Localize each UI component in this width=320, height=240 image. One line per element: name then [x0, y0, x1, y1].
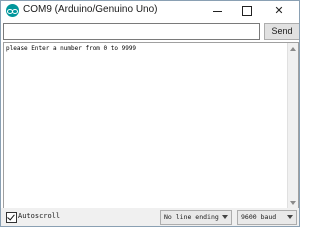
baud-rate-select[interactable]: 9600 baud — [237, 210, 297, 225]
maximize-button[interactable] — [232, 1, 262, 21]
send-button[interactable]: Send — [264, 23, 299, 40]
chevron-down-icon — [287, 215, 293, 219]
minimize-button[interactable] — [202, 1, 232, 21]
serial-output: please Enter a number from 0 to 9999 — [3, 42, 299, 210]
status-bar: Autoscroll No line ending 9600 baud — [1, 208, 299, 226]
close-icon: ✕ — [274, 4, 284, 17]
minimize-icon — [212, 10, 222, 12]
window-title: COM9 (Arduino/Genuino Uno) — [23, 4, 158, 15]
serial-input-field[interactable] — [3, 23, 260, 40]
arduino-icon — [6, 4, 19, 17]
maximize-icon — [242, 6, 252, 16]
line-ending-value: No line ending — [164, 213, 219, 221]
title-bar: COM9 (Arduino/Genuino Uno) ✕ — [1, 1, 299, 22]
scroll-up-icon[interactable] — [290, 47, 296, 51]
autoscroll-label: Autoscroll — [18, 212, 61, 220]
close-button[interactable]: ✕ — [264, 1, 294, 21]
serial-monitor-window: COM9 (Arduino/Genuino Uno) ✕ Send please… — [0, 0, 300, 227]
scroll-down-icon[interactable] — [290, 201, 296, 205]
baud-rate-value: 9600 baud — [241, 213, 277, 221]
autoscroll-checkbox[interactable] — [6, 212, 17, 223]
output-line: please Enter a number from 0 to 9999 — [6, 45, 137, 52]
send-row: Send — [3, 23, 299, 40]
vertical-scrollbar[interactable] — [287, 43, 298, 209]
line-ending-select[interactable]: No line ending — [160, 210, 232, 225]
chevron-down-icon — [222, 215, 228, 219]
